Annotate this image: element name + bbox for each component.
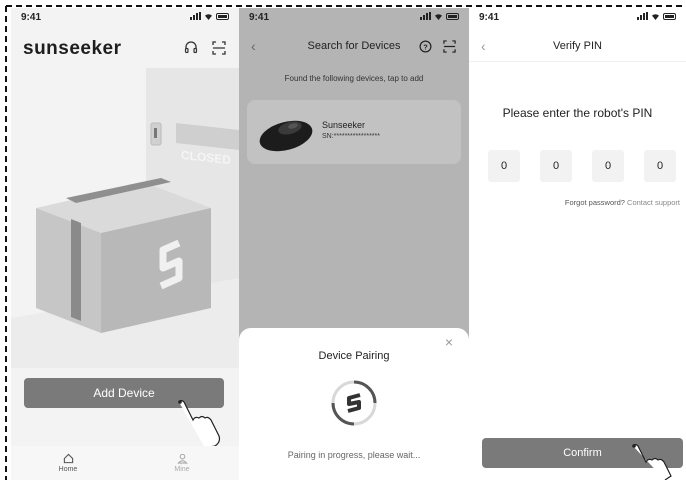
status-bar: 9:41 — [469, 8, 686, 28]
confirm-button[interactable]: Confirm — [482, 438, 683, 468]
system-icons — [637, 12, 676, 20]
status-time: 9:41 — [479, 12, 500, 23]
home-screen: 9:41 sunseeker CLOSED Add Device Home Mi… — [11, 8, 239, 480]
wifi-icon — [435, 13, 442, 20]
pin-input-row: 0 0 0 0 — [488, 150, 676, 182]
user-icon — [176, 453, 188, 464]
tab-mine[interactable]: Mine — [125, 446, 239, 480]
sheet-title: Device Pairing — [318, 350, 390, 362]
verify-pin-screen: 9:41 ‹ Verify PIN Please enter the robot… — [469, 8, 686, 480]
tab-bar: Home Mine — [11, 446, 239, 480]
close-icon[interactable]: × — [445, 334, 453, 350]
pin-digit-input[interactable]: 0 — [540, 150, 572, 182]
pairing-status-text: Pairing in progress, please wait... — [287, 450, 421, 460]
contact-support-link[interactable]: Contact support — [627, 198, 680, 207]
tab-home[interactable]: Home — [11, 446, 125, 480]
signal-icon — [420, 12, 431, 20]
found-devices-text: Found the following devices, tap to add — [284, 74, 424, 83]
headset-icon[interactable] — [183, 40, 199, 56]
wifi-icon — [652, 13, 659, 20]
forgot-password-text: Forgot password? — [564, 198, 625, 207]
status-time: 9:41 — [21, 12, 42, 23]
home-icon — [63, 453, 73, 464]
signal-icon — [190, 12, 201, 20]
page-title: Verify PIN — [553, 40, 602, 52]
pin-digit-input[interactable]: 0 — [644, 150, 676, 182]
system-icons — [190, 12, 229, 20]
signal-icon — [637, 12, 648, 20]
forgot-password-row: Forgot password? Contact support — [565, 198, 680, 207]
add-device-button[interactable]: Add Device — [24, 378, 224, 408]
battery-icon — [216, 12, 229, 20]
wifi-icon — [205, 13, 212, 20]
app-logo: sunseeker — [23, 38, 122, 59]
battery-icon — [446, 12, 459, 20]
search-screen: 9:41 ‹ Search for Devices ? Found the fo… — [239, 8, 469, 480]
pairing-sheet: × Device Pairing Pairing in progress, pl… — [239, 328, 469, 480]
tab-mine-label: Mine — [174, 466, 190, 473]
mower-robot-icon — [259, 120, 313, 152]
status-time: 9:41 — [249, 12, 270, 23]
divider — [469, 61, 686, 62]
device-serial: SN:***************** — [322, 133, 380, 140]
device-name: Sunseeker — [322, 120, 366, 130]
battery-icon — [663, 12, 676, 20]
status-bar: 9:41 — [239, 8, 469, 28]
box-illustration: CLOSED — [11, 68, 239, 368]
status-bar: 9:41 — [11, 8, 239, 28]
help-icon[interactable]: ? — [417, 38, 433, 54]
scan-icon[interactable] — [211, 40, 227, 56]
system-icons — [420, 12, 459, 20]
pin-digit-input[interactable]: 0 — [592, 150, 624, 182]
device-card[interactable]: Sunseeker SN:***************** — [247, 100, 461, 164]
scan-icon[interactable] — [441, 38, 457, 54]
loading-spinner-icon — [331, 380, 377, 426]
tab-home-label: Home — [58, 466, 78, 473]
pin-digit-input[interactable]: 0 — [488, 150, 520, 182]
svg-text:?: ? — [423, 42, 428, 51]
pin-prompt: Please enter the robot's PIN — [502, 106, 653, 120]
